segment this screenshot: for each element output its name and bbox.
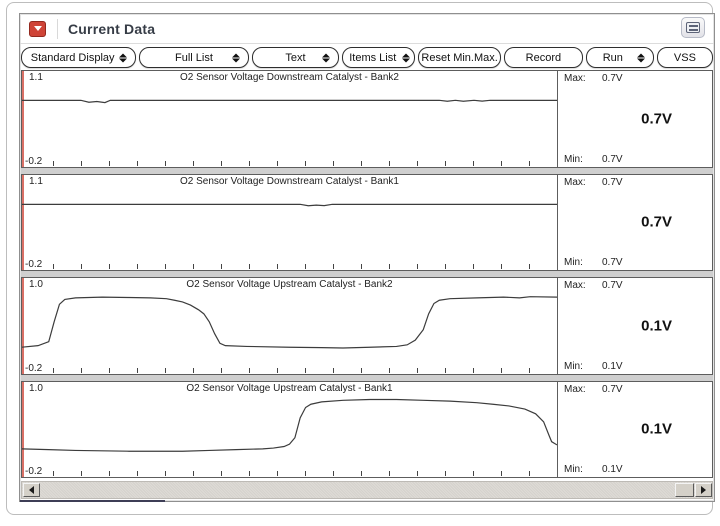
min-label: Min: [564,464,583,475]
current-value: 0.7V [641,110,672,127]
chart-panel-upstream-bank1: 1.0 O2 Sensor Voltage Upstream Catalyst … [21,381,713,479]
min-label: Min: [564,257,583,268]
current-value: 0.7V [641,214,672,231]
horizontal-scrollbar[interactable] [21,481,713,499]
full-list-dropdown[interactable]: Full List [139,47,248,68]
updown-arrows-icon [119,53,127,62]
button-label: Record [526,52,561,64]
reset-minmax-button[interactable]: Reset Min.Max. [418,47,501,68]
chart-info-panel: Max: 0.7V 0.1V Min: 0.1V [558,382,712,478]
bottom-accent-line [20,500,165,502]
screen: Current Data Standard Display Full List … [0,0,720,526]
updown-arrows-icon [402,53,410,62]
max-value: 0.7V [602,177,623,188]
list-icon [686,22,700,33]
max-label: Max: [564,177,586,188]
chart-plot-area[interactable]: 1.0 O2 Sensor Voltage Upstream Catalyst … [22,278,558,374]
max-value: 0.7V [602,280,623,291]
max-label: Max: [564,73,586,84]
chart-panel-upstream-bank2: 1.0 O2 Sensor Voltage Upstream Catalyst … [21,277,713,375]
scale-min-label: -0.2 [25,156,44,167]
chart-info-panel: Max: 0.7V 0.1V Min: 0.1V [558,278,712,374]
min-label: Min: [564,154,583,165]
chart-info-panel: Max: 0.7V 0.7V Min: 0.7V [558,71,712,167]
min-value: 0.7V [602,257,623,268]
window-menu-button[interactable] [29,21,46,37]
chart-plot-area[interactable]: 1.1 O2 Sensor Voltage Downstream Catalys… [22,175,558,271]
min-value: 0.7V [602,154,623,165]
updown-arrows-icon [322,53,330,62]
title-bar: Current Data [20,14,714,44]
scroll-left-button[interactable] [23,483,40,497]
display-list-button[interactable] [681,17,705,38]
chart-panel-downstream-bank2: 1.1 O2 Sensor Voltage Downstream Catalys… [21,70,713,168]
button-label: VSS [674,52,696,64]
updown-arrows-icon [637,53,645,62]
scale-min-label: -0.2 [25,259,44,270]
button-label: Reset Min.Max. [421,52,497,64]
button-label: Full List [175,52,213,64]
max-value: 0.7V [602,384,623,395]
button-label: Text [285,52,305,64]
current-data-window: Current Data Standard Display Full List … [19,13,715,502]
min-value: 0.1V [602,464,623,475]
titlebar-divider [57,19,58,39]
chart-plot-area[interactable]: 1.1 O2 Sensor Voltage Downstream Catalys… [22,71,558,167]
min-label: Min: [564,361,583,372]
current-value: 0.1V [641,421,672,438]
charts-area: 1.1 O2 Sensor Voltage Downstream Catalys… [21,70,713,478]
time-ticks [26,264,555,269]
page-title: Current Data [68,21,155,37]
button-label: Run [603,52,623,64]
scale-min-label: -0.2 [25,466,44,477]
button-label: Standard Display [31,52,115,64]
toolbar: Standard Display Full List Text Items Li… [20,45,714,70]
button-label: Items List [349,52,396,64]
max-value: 0.7V [602,73,623,84]
waveform [22,278,557,374]
chevron-down-icon [34,26,42,31]
min-value: 0.1V [602,361,623,372]
waveform [22,71,557,167]
run-dropdown[interactable]: Run [586,47,654,68]
chart-plot-area[interactable]: 1.0 O2 Sensor Voltage Upstream Catalyst … [22,382,558,478]
current-value: 0.1V [641,317,672,334]
chart-info-panel: Max: 0.7V 0.7V Min: 0.7V [558,175,712,271]
text-dropdown[interactable]: Text [252,47,340,68]
scrollbar-thumb[interactable] [675,483,694,497]
waveform [22,382,557,478]
updown-arrows-icon [232,53,240,62]
scroll-right-button[interactable] [695,483,712,497]
triangle-left-icon [29,486,34,494]
time-ticks [26,471,555,476]
record-button[interactable]: Record [504,47,583,68]
triangle-right-icon [701,486,706,494]
vss-button[interactable]: VSS [657,47,713,68]
time-ticks [26,368,555,373]
max-label: Max: [564,280,586,291]
waveform [22,175,557,271]
chart-panel-downstream-bank1: 1.1 O2 Sensor Voltage Downstream Catalys… [21,174,713,272]
scale-min-label: -0.2 [25,363,44,374]
items-list-dropdown[interactable]: Items List [342,47,415,68]
time-ticks [26,161,555,166]
standard-display-dropdown[interactable]: Standard Display [21,47,136,68]
max-label: Max: [564,384,586,395]
outer-frame: Current Data Standard Display Full List … [6,2,713,515]
